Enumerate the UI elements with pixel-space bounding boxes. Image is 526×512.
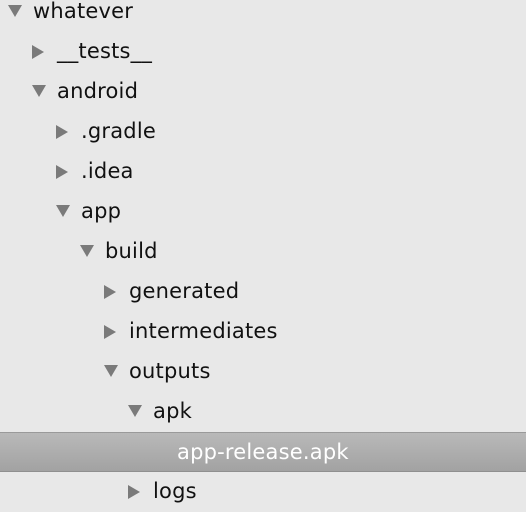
disclosure-triangle-collapsed-icon[interactable]	[127, 472, 145, 512]
tree-label-whatever: whatever	[33, 0, 134, 23]
disclosure-triangle-expanded-icon[interactable]	[79, 232, 97, 272]
disclosure-triangle-collapsed-icon[interactable]	[55, 112, 73, 152]
tree-row-outputs[interactable]: outputs	[0, 352, 526, 392]
disclosure-triangle-collapsed-icon[interactable]	[55, 152, 73, 192]
disclosure-triangle-expanded-icon[interactable]	[127, 392, 145, 432]
disclosure-triangle-expanded-icon[interactable]	[7, 0, 25, 32]
file-tree: whatever __tests__ android .gradle .idea…	[0, 0, 526, 503]
tree-label-outputs: outputs	[129, 359, 211, 383]
tree-row-logs[interactable]: logs	[0, 472, 526, 512]
tree-label-logs: logs	[153, 479, 197, 503]
disclosure-triangle-collapsed-icon[interactable]	[103, 272, 121, 312]
tree-row-intermediates[interactable]: intermediates	[0, 312, 526, 352]
tree-row-idea[interactable]: .idea	[0, 152, 526, 192]
tree-label-apk: apk	[153, 399, 192, 423]
tree-row-generated[interactable]: generated	[0, 272, 526, 312]
tree-row-tests[interactable]: __tests__	[0, 32, 526, 72]
tree-row-gradle[interactable]: .gradle	[0, 112, 526, 152]
disclosure-triangle-expanded-icon[interactable]	[103, 352, 121, 392]
tree-row-apk[interactable]: apk	[0, 392, 526, 432]
tree-row-android[interactable]: android	[0, 72, 526, 112]
tree-row-app[interactable]: app	[0, 192, 526, 232]
tree-row-build[interactable]: build	[0, 232, 526, 272]
tree-label-intermediates: intermediates	[129, 319, 278, 343]
tree-label-generated: generated	[129, 279, 240, 303]
tree-row-app-release-apk[interactable]: app-release.apk	[0, 432, 526, 472]
tree-label-idea: .idea	[81, 159, 134, 183]
tree-label-gradle: .gradle	[81, 119, 156, 143]
tree-label-tests: __tests__	[57, 39, 153, 63]
tree-label-app: app	[81, 199, 122, 223]
tree-row-whatever[interactable]: whatever	[0, 0, 526, 32]
tree-label-app-release-apk: app-release.apk	[177, 440, 349, 464]
disclosure-triangle-expanded-icon[interactable]	[31, 72, 49, 112]
disclosure-triangle-expanded-icon[interactable]	[55, 192, 73, 232]
tree-label-android: android	[57, 79, 139, 103]
disclosure-triangle-collapsed-icon[interactable]	[31, 32, 49, 72]
tree-label-build: build	[105, 239, 158, 263]
disclosure-triangle-collapsed-icon[interactable]	[103, 312, 121, 352]
